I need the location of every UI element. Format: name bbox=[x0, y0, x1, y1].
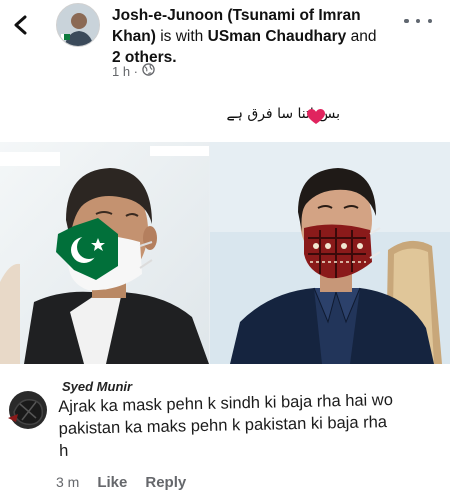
commenter-avatar[interactable] bbox=[6, 388, 50, 432]
more-options-icon[interactable] bbox=[404, 14, 432, 28]
dot bbox=[427, 18, 432, 24]
page-avatar[interactable] bbox=[56, 3, 100, 47]
post-title: Josh-e-Junoon (Tsunami of Imran Khan) is… bbox=[112, 5, 382, 68]
commenter-name[interactable]: Syed Munir bbox=[62, 379, 132, 394]
post-photo[interactable] bbox=[0, 142, 450, 364]
dot bbox=[404, 18, 409, 24]
back-arrow-icon[interactable] bbox=[10, 14, 32, 36]
globe-icon bbox=[142, 63, 155, 79]
photo-left-panel bbox=[0, 142, 209, 364]
with-text: is with bbox=[160, 28, 204, 45]
comment-text: Ajrak ka mask pehn k sindh ki baja rha h… bbox=[58, 390, 394, 460]
tagged-link[interactable]: USman Chaudhary bbox=[208, 28, 347, 45]
comment-section: Syed Munir Ajrak ka mask pehn k sindh ki… bbox=[0, 356, 450, 498]
like-button[interactable]: Like bbox=[97, 474, 127, 491]
reply-button[interactable]: Reply bbox=[145, 474, 186, 491]
heart-emoji-icon bbox=[307, 109, 325, 125]
post-time[interactable]: 1 h · bbox=[112, 64, 138, 79]
post-meta: 1 h · bbox=[112, 63, 155, 79]
dot bbox=[415, 18, 421, 24]
comment-actions: 3 m Like Reply bbox=[56, 474, 186, 491]
and-text: and bbox=[350, 28, 377, 45]
comment-time[interactable]: 3 m bbox=[56, 474, 79, 490]
post-header: Josh-e-Junoon (Tsunami of Imran Khan) is… bbox=[0, 0, 450, 90]
photo-right-panel bbox=[210, 142, 450, 364]
